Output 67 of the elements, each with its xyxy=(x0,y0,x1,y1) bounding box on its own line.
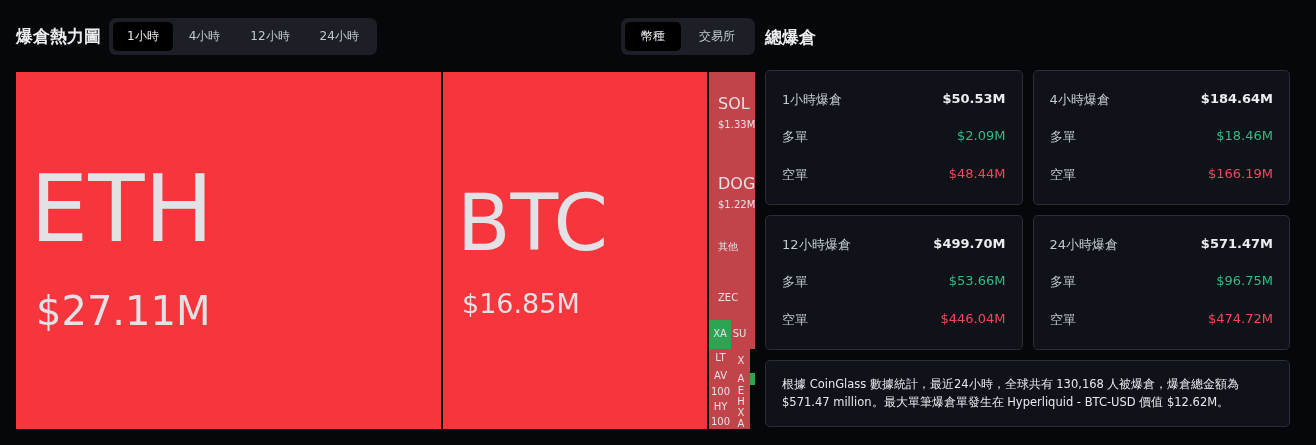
treemap-tile[interactable]: ZEC xyxy=(709,274,755,320)
total-amount: $184.64M xyxy=(1200,90,1273,108)
time-tab[interactable]: 24小時 xyxy=(305,22,373,52)
liquidation-amount: $1.22M xyxy=(718,198,755,210)
treemap-tile[interactable]: XA xyxy=(709,319,731,349)
long-label: 多單 xyxy=(782,128,808,147)
treemap-tile[interactable]: X xyxy=(732,348,750,373)
total-title: 總爆倉 xyxy=(765,25,816,49)
short-amount: $166.19M xyxy=(1208,166,1273,184)
coin-label: AV xyxy=(713,370,727,381)
coin-label: SU xyxy=(732,329,747,340)
treemap-tile[interactable]: SU xyxy=(731,319,748,349)
treemap-tile[interactable]: BTC $16.85M xyxy=(443,71,707,429)
time-tab[interactable]: 1小時 xyxy=(113,22,173,52)
long-label: 多單 xyxy=(1049,273,1076,292)
group-tab[interactable]: 交易所 xyxy=(683,22,751,52)
heatmap-title: 爆倉熱力圖 xyxy=(16,25,101,49)
coin-label: XA xyxy=(713,329,727,340)
liquidation-amount: $27.11M xyxy=(36,287,212,334)
period-label: 24小時爆倉 xyxy=(1049,235,1119,254)
treemap-tile[interactable]: H xyxy=(732,396,750,408)
short-label: 空單 xyxy=(782,166,808,185)
treemap-tile[interactable] xyxy=(750,372,755,385)
short-label: 空單 xyxy=(1049,166,1076,185)
treemap-tile[interactable]: ETH $27.11M xyxy=(16,71,441,429)
short-label: 空單 xyxy=(782,311,808,330)
long-amount: $53.66M xyxy=(948,273,1006,291)
period-label: 12小時爆倉 xyxy=(782,235,851,254)
coin-label: BTC xyxy=(457,183,610,262)
period-label: 4小時爆倉 xyxy=(1049,90,1110,109)
coin-label: ZEC xyxy=(718,291,740,303)
treemap-tile[interactable]: A xyxy=(732,418,750,429)
long-label: 多單 xyxy=(782,273,808,292)
coin-label: HY xyxy=(713,402,728,413)
long-label: 多單 xyxy=(1049,128,1076,147)
treemap-tile[interactable]: SOL $1.33M xyxy=(709,71,755,152)
coin-label: E xyxy=(737,385,745,396)
short-amount: $48.44M xyxy=(948,166,1006,184)
short-amount: $446.04M xyxy=(940,311,1006,329)
long-amount: $96.75M xyxy=(1216,273,1273,291)
treemap-tile[interactable]: 其他 xyxy=(709,219,755,275)
total-amount: $499.70M xyxy=(933,235,1006,253)
time-tab[interactable]: 12小時 xyxy=(236,22,304,52)
short-amount: $474.72M xyxy=(1208,311,1273,329)
coin-label: A xyxy=(737,419,745,429)
long-amount: $18.46M xyxy=(1216,128,1273,146)
coin-label: 其他 xyxy=(718,240,739,255)
coin-label: DOG xyxy=(718,173,755,193)
long-amount: $2.09M xyxy=(957,128,1006,146)
total-amount: $571.47M xyxy=(1200,235,1273,253)
period-label: 1小時爆倉 xyxy=(782,90,843,109)
time-tab[interactable]: 4小時 xyxy=(174,22,235,52)
coin-label: X xyxy=(737,408,745,419)
treemap-tile[interactable]: X xyxy=(732,407,750,419)
coin-label: X xyxy=(737,355,745,366)
summary-text: 根據 CoinGlass 數據統計，最近24小時，全球共有 130,168 人被爆倉，爆倉總金額為 $571.47 million。最大單筆爆倉單發生在 Hyperliquid - BTC-USD 價值 $12.62M。 xyxy=(782,377,1240,410)
coin-label: SOL xyxy=(718,93,751,113)
treemap-tile[interactable]: DOG $1.22M xyxy=(709,151,755,220)
coin-label: H xyxy=(737,397,745,408)
coin-label: ETH xyxy=(30,163,215,256)
total-amount: $50.53M xyxy=(942,90,1006,108)
liquidation-amount: $16.85M xyxy=(462,287,581,319)
group-tab[interactable]: 幣種 xyxy=(625,22,681,52)
short-label: 空單 xyxy=(1049,311,1076,330)
coin-label: LT xyxy=(715,352,726,363)
liquidation-amount: $1.33M xyxy=(718,118,755,130)
coin-label: A xyxy=(737,373,745,384)
